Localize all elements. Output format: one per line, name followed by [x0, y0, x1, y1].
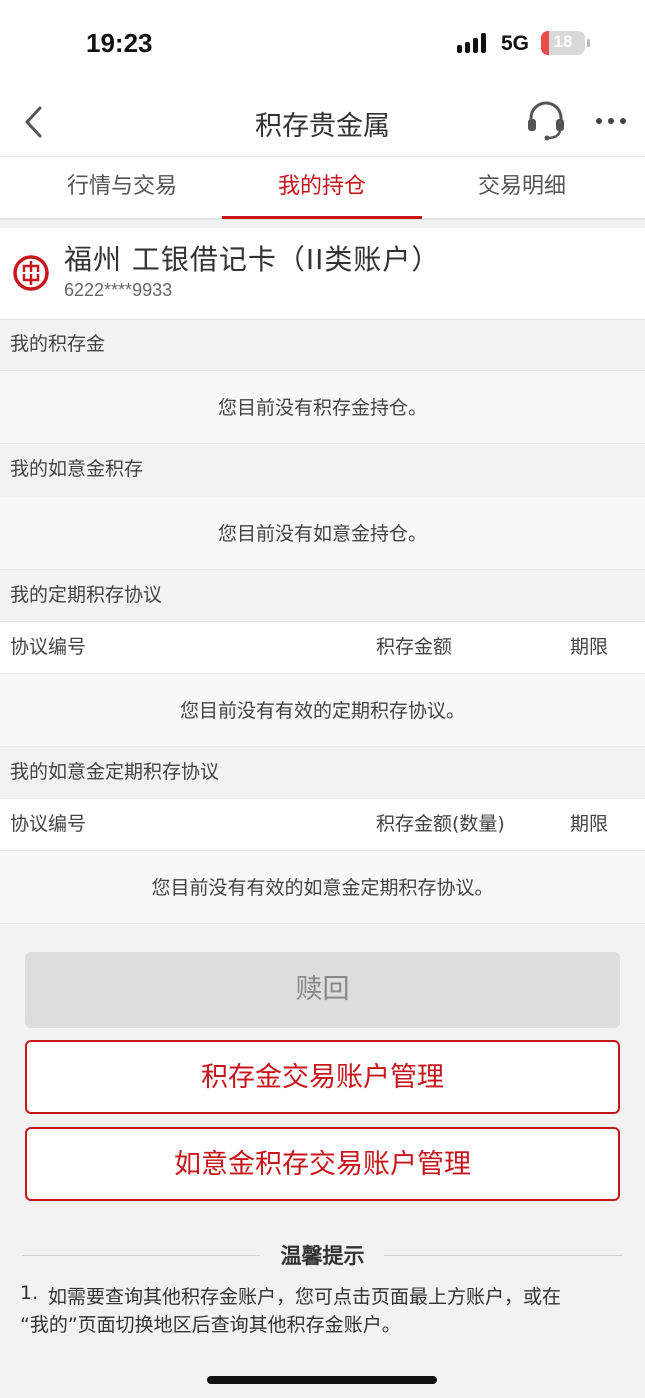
column-term: 期限 [570, 813, 609, 835]
ruyi-fixed-agreement-header-row: 协议编号 积存金额(数量) 期限 [0, 798, 645, 850]
tip-text-line1: 如需要查询其他积存金账户，您可点击页面最上方账户，或在 [48, 1286, 562, 1308]
tab-trade-details[interactable]: 交易明细 [422, 157, 622, 219]
battery-level: 18 [553, 32, 573, 51]
redeem-button[interactable]: 赎回 [25, 952, 620, 1028]
savings-gold-empty: 您目前没有积存金持仓。 [0, 370, 645, 444]
active-tab-indicator [222, 216, 422, 219]
tab-market-trade[interactable]: 行情与交易 [22, 157, 222, 219]
status-time: 19:23 [86, 28, 153, 58]
customer-service-button[interactable] [524, 98, 568, 142]
nav-bar: 积存贵金属 [0, 88, 645, 156]
status-bar: 19:23 5G 18 [0, 0, 645, 88]
column-amount: 积存金额 [376, 636, 453, 658]
ruyi-fixed-agreement-empty: 您目前没有有效的如意金定期积存协议。 [0, 850, 645, 924]
tip-number: 1. [20, 1282, 39, 1304]
section-title-ruyi-fixed-agreement: 我的如意金定期积存协议 [0, 748, 645, 798]
tab-my-holdings[interactable]: 我的持仓 [222, 157, 422, 219]
account-name: 福州 工银借记卡（II类账户） [64, 243, 441, 276]
tip-text-line2: “我的”页面切换地区后查询其他积存金账户。 [20, 1314, 401, 1336]
section-title-fixed-agreement: 我的定期积存协议 [0, 571, 645, 621]
more-button[interactable] [594, 106, 628, 134]
account-selector[interactable]: 福州 工银借记卡（II类账户） 6222****9933 [0, 228, 645, 320]
ruyi-gold-empty: 您目前没有如意金持仓。 [0, 496, 645, 570]
section-title-savings-gold: 我的积存金 [0, 320, 645, 370]
tips-title: 温馨提示 [280, 1244, 365, 1268]
icbc-logo-icon [13, 255, 49, 291]
network-label: 5G [501, 32, 530, 55]
account-number: 6222****9933 [64, 280, 173, 300]
column-agreement-number: 协议编号 [10, 813, 87, 835]
savings-account-manage-button[interactable]: 积存金交易账户管理 [25, 1040, 620, 1114]
battery-icon: 18 [541, 31, 585, 55]
signal-icon [457, 33, 491, 53]
home-indicator[interactable] [207, 1376, 437, 1384]
fixed-agreement-empty: 您目前没有有效的定期积存协议。 [0, 673, 645, 747]
tab-bar: 行情与交易 我的持仓 交易明细 [0, 156, 645, 220]
fixed-agreement-header-row: 协议编号 积存金额 期限 [0, 621, 645, 673]
section-title-ruyi-gold: 我的如意金积存 [0, 445, 645, 495]
ruyi-account-manage-button[interactable]: 如意金积存交易账户管理 [25, 1127, 620, 1201]
column-amount-quantity: 积存金额(数量) [376, 813, 505, 835]
battery-cap [587, 39, 590, 47]
column-term: 期限 [570, 636, 609, 658]
column-agreement-number: 协议编号 [10, 636, 87, 658]
headset-icon [528, 101, 564, 141]
